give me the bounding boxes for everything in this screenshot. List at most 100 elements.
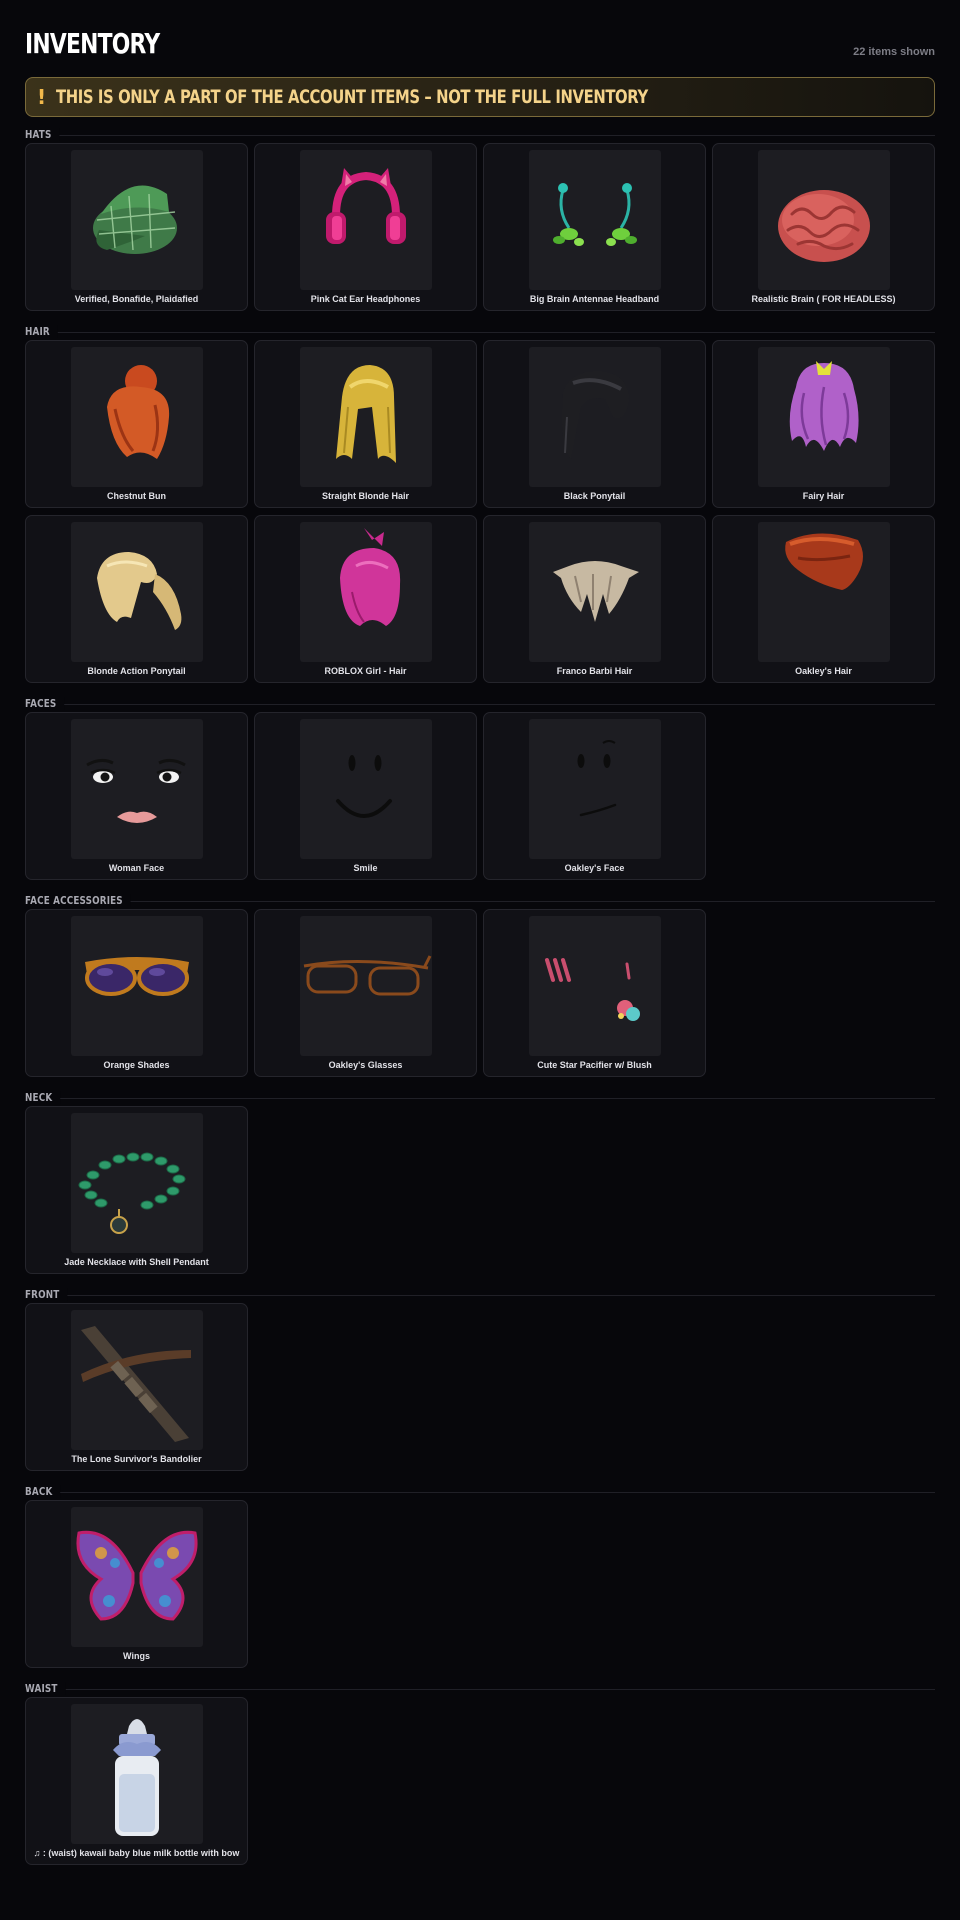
warning-icon: ! <box>37 85 47 109</box>
item-thumbnail <box>71 150 203 290</box>
item-thumbnail <box>529 916 661 1056</box>
item-thumbnail <box>71 347 203 487</box>
item-name: Orange Shades <box>103 1060 170 1070</box>
fairy-hair-icon <box>789 361 859 451</box>
item-card[interactable]: Fairy Hair <box>712 340 935 508</box>
item-name: Pink Cat Ear Headphones <box>310 294 421 304</box>
item-card[interactable]: ROBLOX Girl - Hair <box>254 515 477 683</box>
section-divider <box>25 135 935 136</box>
item-thumbnail <box>300 916 432 1056</box>
item-name: Franco Barbi Hair <box>556 666 633 676</box>
item-name: Cute Star Pacifier w/ Blush <box>537 1060 652 1070</box>
section-waist: WAIST ♫ : (waist) kawaii baby blue milk … <box>25 1682 935 1865</box>
item-thumbnail <box>529 150 661 290</box>
blonde-hair-icon <box>336 365 396 463</box>
pacifier-icon <box>545 958 640 1021</box>
item-thumbnail <box>71 1113 203 1253</box>
glasses-icon <box>303 955 432 996</box>
item-name: Fairy Hair <box>802 491 845 501</box>
header: INVENTORY 22 items shown <box>25 0 935 62</box>
item-card[interactable]: Franco Barbi Hair <box>483 515 706 683</box>
section-label: NECK <box>25 1091 61 1104</box>
item-thumbnail <box>71 1507 203 1647</box>
section-divider <box>25 704 935 705</box>
item-card[interactable]: Woman Face <box>25 712 248 880</box>
section-faces: FACES Woman Face Smile Oakley's Face <box>25 697 935 880</box>
bandolier-icon <box>81 1326 191 1442</box>
item-card[interactable]: Smile <box>254 712 477 880</box>
item-card[interactable]: Blonde Action Ponytail <box>25 515 248 683</box>
item-name: ROBLOX Girl - Hair <box>324 666 407 676</box>
item-card[interactable]: Oakley's Face <box>483 712 706 880</box>
item-card[interactable]: Jade Necklace with Shell Pendant <box>25 1106 248 1274</box>
item-thumbnail <box>529 719 661 859</box>
item-card[interactable]: Orange Shades <box>25 909 248 1077</box>
item-name: ♫ : (waist) kawaii baby blue milk bottle… <box>33 1848 240 1858</box>
section-label: FACES <box>25 697 65 710</box>
item-name: Jade Necklace with Shell Pendant <box>64 1257 209 1267</box>
item-card[interactable]: Big Brain Antennae Headband <box>483 143 706 311</box>
item-card[interactable]: Realistic Brain ( FOR HEADLESS) <box>712 143 935 311</box>
warning-banner: ! THIS IS ONLY A PART OF THE ACCOUNT ITE… <box>25 77 935 117</box>
item-thumbnail <box>529 347 661 487</box>
chestnut-bun-icon <box>107 365 170 459</box>
item-card[interactable]: Wings <box>25 1500 248 1668</box>
items-count: 22 items shown <box>853 46 935 58</box>
section-divider <box>25 901 935 902</box>
woman-face-icon <box>86 758 186 823</box>
item-thumbnail <box>758 150 890 290</box>
item-card[interactable]: The Lone Survivor's Bandolier <box>25 1303 248 1471</box>
item-name: Realistic Brain ( FOR HEADLESS) <box>751 294 896 304</box>
section-hats: HATS Verified, Bonafide, Plaidafied Pink… <box>25 128 935 311</box>
item-name: Woman Face <box>108 863 165 873</box>
item-card[interactable]: Oakley's Glasses <box>254 909 477 1077</box>
item-thumbnail <box>758 522 890 662</box>
item-card[interactable]: Black Ponytail <box>483 340 706 508</box>
item-name: Chestnut Bun <box>107 491 166 501</box>
cat-headphones-icon <box>326 168 406 244</box>
item-card[interactable]: Pink Cat Ear Headphones <box>254 143 477 311</box>
item-name: Verified, Bonafide, Plaidafied <box>74 294 199 304</box>
item-name: Smile <box>353 863 378 873</box>
franco-hair-icon <box>553 561 639 622</box>
section-divider <box>25 1689 935 1690</box>
section-back: BACK Wings <box>25 1485 935 1668</box>
plaid-cap-icon <box>93 185 177 254</box>
section-face-accessories: FACE ACCESSORIES Orange Shades Oakley's … <box>25 894 935 1077</box>
black-ponytail-icon <box>562 371 629 459</box>
item-thumbnail <box>758 347 890 487</box>
item-card[interactable]: Straight Blonde Hair <box>254 340 477 508</box>
item-card[interactable]: Verified, Bonafide, Plaidafied <box>25 143 248 311</box>
section-divider <box>25 1492 935 1493</box>
item-name: Wings <box>123 1651 150 1661</box>
inventory-page: INVENTORY 22 items shown ! THIS IS ONLY … <box>25 0 935 1865</box>
item-card[interactable]: Cute Star Pacifier w/ Blush <box>483 909 706 1077</box>
item-name: Oakley's Face <box>564 863 625 873</box>
item-thumbnail <box>300 150 432 290</box>
item-thumbnail <box>71 916 203 1056</box>
item-name: Black Ponytail <box>563 491 626 501</box>
item-name: Blonde Action Ponytail <box>87 666 186 676</box>
item-thumbnail <box>300 347 432 487</box>
smile-face-icon <box>336 755 392 818</box>
oakley-face-icon <box>577 740 617 817</box>
item-card[interactable]: ♫ : (waist) kawaii baby blue milk bottle… <box>25 1697 248 1865</box>
item-name: Oakley's Hair <box>795 666 852 676</box>
section-label: WAIST <box>25 1682 66 1695</box>
item-name: The Lone Survivor's Bandolier <box>71 1454 202 1464</box>
necklace-icon <box>78 1152 186 1234</box>
pink-hair-icon <box>340 528 401 626</box>
brain-icon <box>778 190 870 262</box>
item-card[interactable]: Oakley's Hair <box>712 515 935 683</box>
item-name: Straight Blonde Hair <box>321 491 409 501</box>
section-label: BACK <box>25 1485 61 1498</box>
item-thumbnail <box>71 1704 203 1844</box>
item-thumbnail <box>71 1310 203 1450</box>
item-card[interactable]: Chestnut Bun <box>25 340 248 508</box>
section-divider <box>25 1295 935 1296</box>
item-thumbnail <box>300 522 432 662</box>
oakley-hair-icon <box>785 533 863 590</box>
section-divider <box>25 1098 935 1099</box>
section-divider <box>25 332 935 333</box>
item-thumbnail <box>71 719 203 859</box>
